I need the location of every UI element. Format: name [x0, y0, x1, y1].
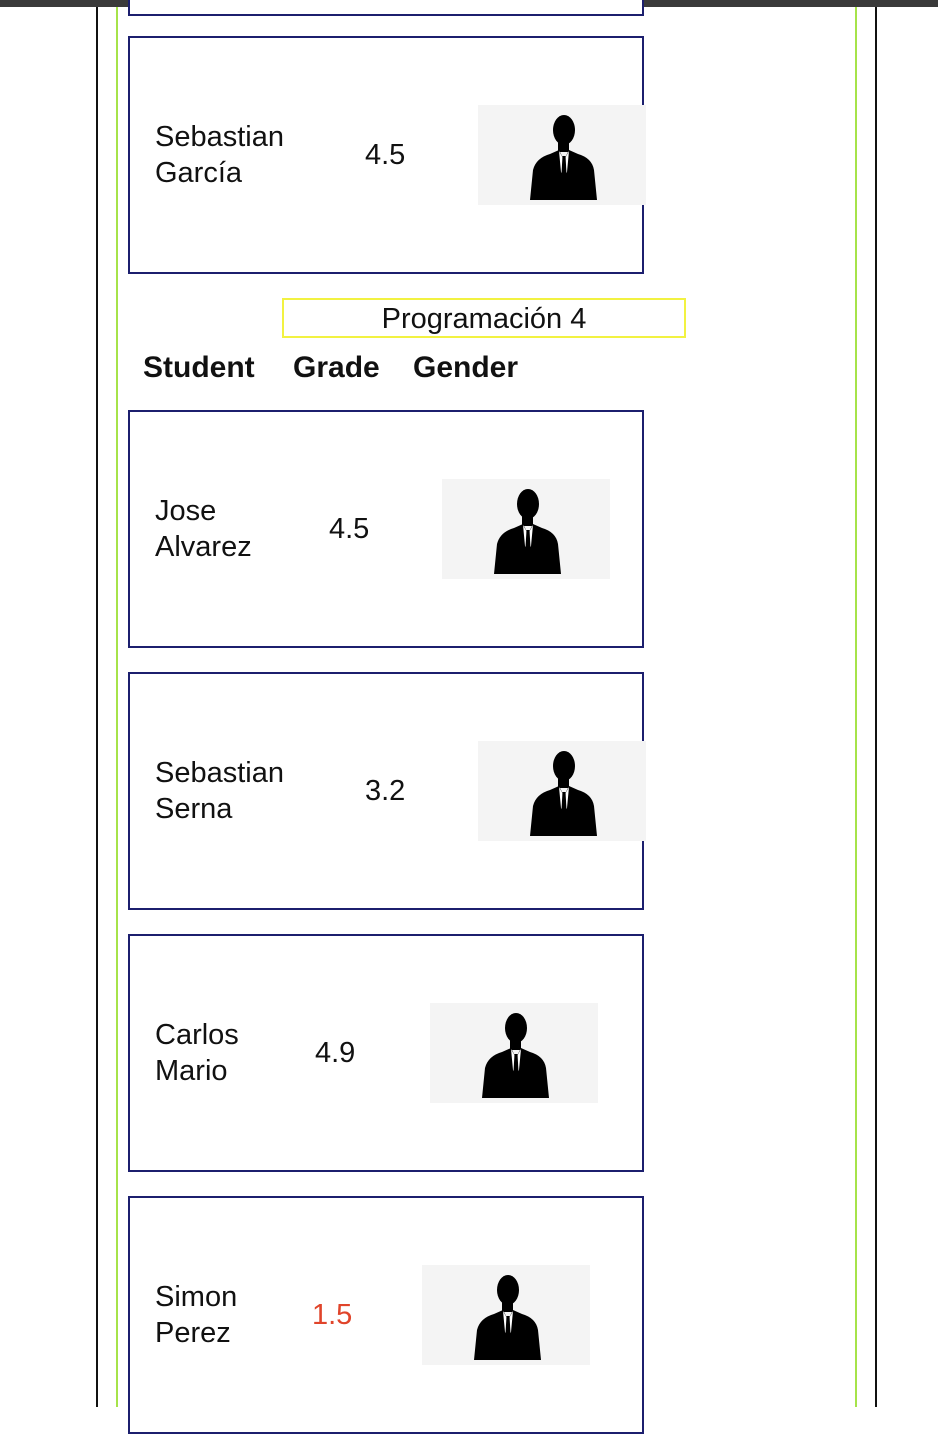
header-grade: Grade	[293, 351, 380, 384]
student-grade: 4.9	[315, 1037, 356, 1069]
student-name: Carlos Mario	[155, 1019, 239, 1087]
student-name: Sebastian García	[155, 121, 284, 189]
student-grade: 4.5	[365, 139, 406, 171]
student-grade-failing: 1.5	[312, 1299, 353, 1331]
student-card: Sebastian García 4.5	[128, 36, 646, 274]
student-name: Simon Perez	[155, 1281, 238, 1349]
student-grade: 4.5	[329, 513, 370, 545]
student-grade: 3.2	[365, 775, 406, 807]
male-silhouette-icon	[478, 105, 646, 205]
male-silhouette-icon	[478, 741, 646, 841]
student-card-clipped	[128, 0, 644, 16]
header-gender: Gender	[413, 351, 519, 384]
student-card: Sebastian Serna 3.2	[128, 672, 646, 910]
student-name: Sebastian Serna	[155, 757, 284, 825]
section-title: Programación 4	[282, 298, 686, 338]
male-silhouette-icon	[430, 1003, 598, 1103]
male-silhouette-icon	[442, 479, 610, 579]
student-name: Jose Alvarez	[155, 495, 252, 563]
header-student: Student	[143, 351, 255, 384]
student-card: Carlos Mario 4.9	[128, 934, 644, 1172]
student-card: Jose Alvarez 4.5	[128, 410, 644, 648]
student-card: Simon Perez 1.5	[128, 1196, 644, 1434]
male-silhouette-icon	[422, 1265, 590, 1365]
